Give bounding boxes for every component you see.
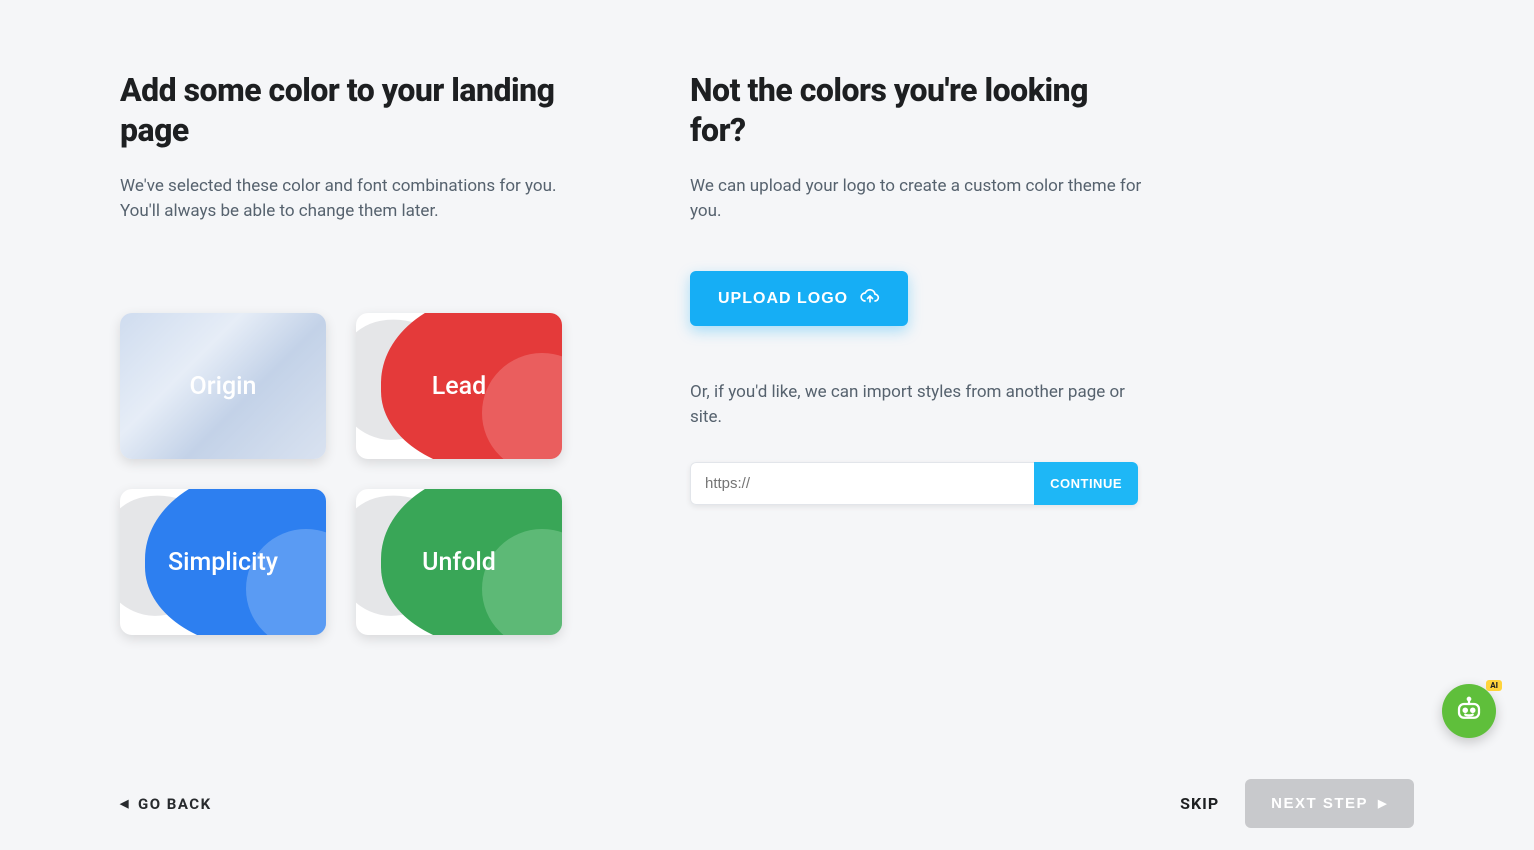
robot-icon — [1454, 694, 1484, 728]
upload-logo-label: UPLOAD LOGO — [718, 290, 848, 308]
theme-card-simplicity[interactable]: Simplicity — [120, 489, 326, 635]
next-step-button[interactable]: NEXT STEP ▶ — [1245, 779, 1414, 828]
import-styles-text: Or, if you'd like, we can import styles … — [690, 380, 1150, 429]
theme-card-label: Origin — [190, 372, 257, 401]
ai-badge: AI — [1486, 680, 1502, 691]
theme-card-unfold[interactable]: Unfold — [356, 489, 562, 635]
right-heading: Not the colors you're looking for? — [690, 70, 1150, 150]
theme-cards: Origin Lead Simplicity Unfold — [120, 313, 580, 635]
cloud-upload-icon — [860, 286, 880, 311]
left-subhead: We've selected these color and font comb… — [120, 174, 580, 223]
chat-fab[interactable]: AI — [1442, 684, 1496, 738]
caret-left-icon: ◀ — [120, 797, 130, 810]
site-url-input[interactable] — [690, 462, 1034, 505]
url-input-row: CONTINUE — [690, 462, 1138, 505]
caret-right-icon: ▶ — [1378, 797, 1388, 810]
theme-card-label: Unfold — [422, 548, 496, 577]
upload-logo-button[interactable]: UPLOAD LOGO — [690, 271, 908, 326]
go-back-label: GO BACK — [138, 795, 212, 813]
theme-card-label: Lead — [432, 372, 486, 401]
go-back-button[interactable]: ◀ GO BACK — [120, 795, 212, 813]
continue-button[interactable]: CONTINUE — [1034, 462, 1138, 505]
next-step-label: NEXT STEP — [1271, 795, 1368, 812]
right-subhead: We can upload your logo to create a cust… — [690, 174, 1150, 223]
footer-bar: ◀ GO BACK SKIP NEXT STEP ▶ — [0, 779, 1534, 828]
theme-card-lead[interactable]: Lead — [356, 313, 562, 459]
theme-card-label: Simplicity — [168, 548, 278, 577]
skip-button[interactable]: SKIP — [1180, 794, 1219, 813]
left-heading: Add some color to your landing page — [120, 70, 580, 150]
theme-card-origin[interactable]: Origin — [120, 313, 326, 459]
